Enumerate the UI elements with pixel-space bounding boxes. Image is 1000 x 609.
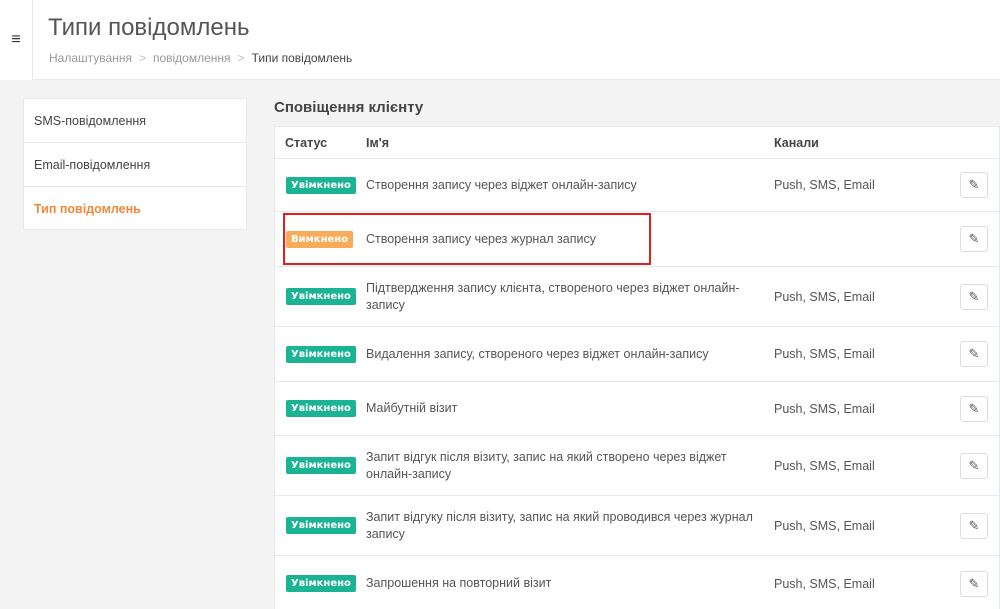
table-row: Вимкнено Створення запису через журнал з… — [275, 212, 999, 267]
breadcrumb-separator: > — [138, 51, 146, 65]
section-title: Сповіщення клієнту — [274, 99, 424, 116]
table-row: Увімкнено Створення запису через віджет … — [275, 159, 999, 212]
table-header: Статус Ім'я Канали — [275, 127, 999, 159]
sidebar-item-notification-types[interactable]: Тип повідомлень — [24, 187, 246, 231]
hamburger-menu-icon[interactable]: ≡ — [0, 0, 33, 80]
pencil-icon: ✎ — [968, 400, 980, 416]
notification-name: Підтвердження запису клієнта, створеного… — [366, 280, 740, 312]
notifications-table: Статус Ім'я Канали Увімкнено Створення з… — [274, 126, 1000, 609]
table-row: Увімкнено Запит відгук після візиту, зап… — [275, 436, 999, 496]
table-row: Увімкнено Видалення запису, створеного ч… — [275, 327, 999, 382]
table-row: Увімкнено Запрошення на повторний візит … — [275, 556, 999, 609]
edit-button[interactable]: ✎ — [960, 341, 988, 367]
edit-button[interactable]: ✎ — [960, 172, 988, 198]
notification-name: Запит відгуку після візиту, запис на яки… — [366, 509, 753, 541]
edit-button[interactable]: ✎ — [960, 226, 988, 252]
notification-channels: Push, SMS, Email — [774, 518, 875, 533]
page-header: ≡ Типи повідомлень Налаштування > повідо… — [0, 0, 1000, 80]
table-row: Увімкнено Запит відгуку після візиту, за… — [275, 496, 999, 556]
edit-button[interactable]: ✎ — [960, 395, 988, 422]
notification-channels: Push, SMS, Email — [774, 458, 875, 473]
notification-channels: Push, SMS, Email — [774, 178, 875, 192]
status-badge: Увімкнено — [286, 400, 356, 417]
status-badge: Увімкнено — [286, 176, 356, 194]
status-badge: Вимкнено — [286, 230, 354, 248]
status-badge: Увімкнено — [286, 288, 356, 305]
header-status: Статус — [285, 135, 328, 150]
notification-name: Видалення запису, створеного через відже… — [366, 346, 709, 361]
pencil-icon: ✎ — [968, 517, 980, 533]
header-channels: Канали — [774, 135, 819, 150]
pencil-icon: ✎ — [968, 457, 980, 473]
status-badge: Увімкнено — [286, 345, 356, 363]
page-title: Типи повідомлень — [48, 14, 250, 41]
breadcrumb-current: Типи повідомлень — [251, 51, 353, 65]
status-badge: Увімкнено — [286, 575, 356, 592]
table-row: Увімкнено Майбутній візит Push, SMS, Ema… — [275, 382, 999, 436]
breadcrumb-notifications[interactable]: повідомлення — [153, 51, 231, 65]
sidebar-item-sms[interactable]: SMS-повідомлення — [24, 99, 246, 143]
edit-button[interactable]: ✎ — [960, 570, 988, 597]
sidebar: SMS-повідомлення Email-повідомлення Тип … — [23, 98, 247, 230]
edit-button[interactable]: ✎ — [960, 512, 988, 539]
pencil-icon: ✎ — [968, 346, 980, 361]
pencil-icon: ✎ — [968, 575, 980, 591]
notification-channels: Push, SMS, Email — [774, 289, 875, 304]
notification-channels: Push, SMS, Email — [774, 401, 875, 416]
sidebar-item-email[interactable]: Email-повідомлення — [24, 143, 246, 187]
breadcrumb-settings[interactable]: Налаштування — [49, 51, 132, 65]
breadcrumb-separator: > — [237, 51, 245, 65]
status-badge: Увімкнено — [286, 457, 356, 474]
notification-channels: Push, SMS, Email — [774, 576, 875, 591]
notification-name: Створення запису через журнал запису — [366, 231, 596, 246]
notification-name: Створення запису через віджет онлайн-зап… — [366, 177, 637, 192]
notification-name: Запрошення на повторний візит — [366, 576, 552, 590]
edit-button[interactable]: ✎ — [960, 283, 988, 310]
notification-name: Запит відгук після візиту, запис на який… — [366, 449, 727, 481]
table-row: Увімкнено Підтвердження запису клієнта, … — [275, 267, 999, 327]
breadcrumb: Налаштування > повідомлення > Типи повід… — [49, 51, 352, 65]
notification-name: Майбутній візит — [366, 401, 458, 415]
pencil-icon: ✎ — [968, 177, 980, 192]
status-badge: Увімкнено — [286, 517, 356, 534]
pencil-icon: ✎ — [968, 231, 980, 246]
edit-button[interactable]: ✎ — [960, 452, 988, 479]
notification-channels: Push, SMS, Email — [774, 347, 875, 361]
header-name: Ім'я — [366, 135, 389, 150]
pencil-icon: ✎ — [968, 288, 980, 304]
